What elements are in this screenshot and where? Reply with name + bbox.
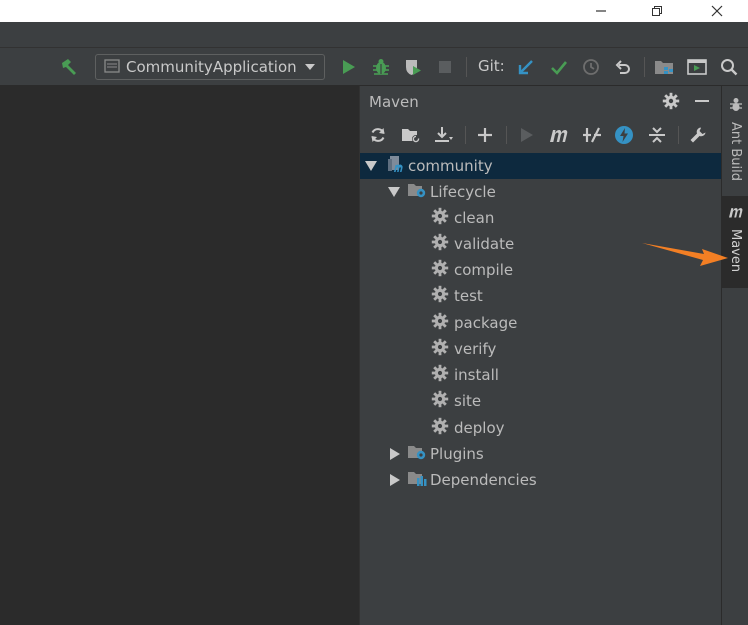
git-update-icon[interactable]: [515, 56, 537, 78]
restore-icon[interactable]: [634, 0, 680, 22]
dependencies-folder-icon: [407, 469, 427, 491]
collapsed-arrow-icon[interactable]: [389, 448, 401, 460]
minimize-icon[interactable]: [578, 0, 624, 22]
lifecycle-goal-install[interactable]: install: [360, 362, 721, 388]
gear-icon: [431, 207, 449, 229]
maven-tab-label: Maven: [728, 229, 743, 273]
tree-node-label: Dependencies: [430, 471, 537, 489]
gear-icon: [431, 259, 449, 281]
goal-label: site: [454, 392, 482, 410]
close-icon[interactable]: [694, 0, 740, 22]
toolbar-separator: [678, 126, 679, 144]
tree-node-lifecycle[interactable]: Lifecycle: [360, 179, 721, 205]
maven-m-icon: [727, 204, 745, 223]
gear-icon: [431, 338, 449, 360]
generate-sources-icon[interactable]: [400, 124, 422, 146]
collapsed-arrow-icon[interactable]: [389, 474, 401, 486]
git-label: Git:: [478, 57, 505, 75]
expand-arrow-icon[interactable]: [387, 187, 401, 197]
editor-area[interactable]: [0, 86, 360, 625]
window-titlebar: [0, 0, 748, 22]
annotation-arrow: [642, 243, 728, 266]
main-toolbar: CommunityApplication Git:: [0, 48, 748, 86]
lifecycle-goal-deploy[interactable]: deploy: [360, 415, 721, 441]
goal-label: package: [454, 314, 518, 332]
add-plus-icon[interactable]: [474, 124, 496, 146]
settings-gear-icon[interactable]: [661, 91, 681, 111]
run-icon[interactable]: [338, 56, 360, 78]
collapse-all-icon[interactable]: [646, 124, 668, 146]
stop-icon[interactable]: [434, 56, 456, 78]
lifecycle-goal-verify[interactable]: verify: [360, 336, 721, 362]
menu-strip: [0, 22, 748, 48]
tree-node-dependencies[interactable]: Dependencies: [360, 467, 721, 493]
gear-icon: [431, 390, 449, 412]
history-clock-icon[interactable]: [580, 56, 602, 78]
git-commit-check-icon[interactable]: [548, 56, 570, 78]
skip-tests-bolt-icon[interactable]: [613, 124, 635, 146]
maven-toolbar: [360, 120, 721, 150]
goal-label: verify: [454, 340, 497, 358]
tree-node-community[interactable]: community: [360, 153, 721, 179]
presentation-mode-icon[interactable]: [686, 56, 708, 78]
debug-bug-icon[interactable]: [370, 56, 392, 78]
tree-node-label: Plugins: [430, 445, 484, 463]
gear-icon: [431, 312, 449, 334]
goal-label: compile: [454, 261, 514, 279]
rollback-icon[interactable]: [612, 56, 634, 78]
ant-icon: [729, 96, 743, 116]
maven-panel-header: Maven: [360, 86, 721, 116]
goal-label: test: [454, 287, 483, 305]
coverage-icon[interactable]: [402, 56, 424, 78]
right-tool-strip: Ant Build Maven: [721, 86, 748, 625]
lifecycle-goal-clean[interactable]: clean: [360, 205, 721, 231]
reload-icon[interactable]: [367, 124, 389, 146]
toolbar-separator: [644, 57, 645, 77]
goal-label: deploy: [454, 419, 505, 437]
execute-goal-icon[interactable]: [548, 124, 570, 146]
run-maven-build-icon[interactable]: [516, 124, 538, 146]
gear-icon: [431, 364, 449, 386]
hide-panel-minus-icon[interactable]: [692, 91, 712, 111]
toolbar-separator: [506, 126, 507, 144]
run-config-label: CommunityApplication: [126, 58, 297, 76]
goal-label: clean: [454, 209, 495, 227]
lifecycle-goal-package[interactable]: package: [360, 310, 721, 336]
lifecycle-goal-site[interactable]: site: [360, 388, 721, 414]
toolbar-separator: [465, 126, 466, 144]
gear-icon: [431, 417, 449, 439]
lifecycle-folder-icon: [407, 181, 427, 203]
ant-build-tab-label: Ant Build: [728, 122, 743, 181]
tree-node-label: Lifecycle: [430, 183, 496, 201]
gear-icon: [431, 233, 449, 255]
chevron-down-icon: [305, 64, 315, 70]
run-config-icon: [104, 58, 120, 77]
maven-module-icon: [387, 155, 405, 177]
maven-panel-title: Maven: [369, 93, 419, 111]
run-config-dropdown[interactable]: CommunityApplication: [95, 54, 325, 80]
toggle-offline-icon[interactable]: [581, 124, 603, 146]
expand-arrow-icon[interactable]: [364, 161, 378, 171]
search-icon[interactable]: [718, 56, 740, 78]
tree-node-label: community: [408, 157, 493, 175]
ant-build-tab[interactable]: Ant Build: [722, 92, 748, 188]
build-hammer-icon[interactable]: [58, 56, 80, 78]
download-icon[interactable]: [433, 124, 455, 146]
toolbar-separator: [466, 57, 467, 77]
goal-label: install: [454, 366, 499, 384]
project-structure-icon[interactable]: [653, 56, 675, 78]
plugins-folder-icon: [407, 443, 427, 465]
gear-icon: [431, 285, 449, 307]
wrench-settings-icon[interactable]: [687, 124, 709, 146]
tree-node-plugins[interactable]: Plugins: [360, 441, 721, 467]
maven-tool-window: Maven community Lifecycle clean validate…: [360, 86, 721, 625]
goal-label: validate: [454, 235, 515, 253]
lifecycle-goal-test[interactable]: test: [360, 283, 721, 309]
